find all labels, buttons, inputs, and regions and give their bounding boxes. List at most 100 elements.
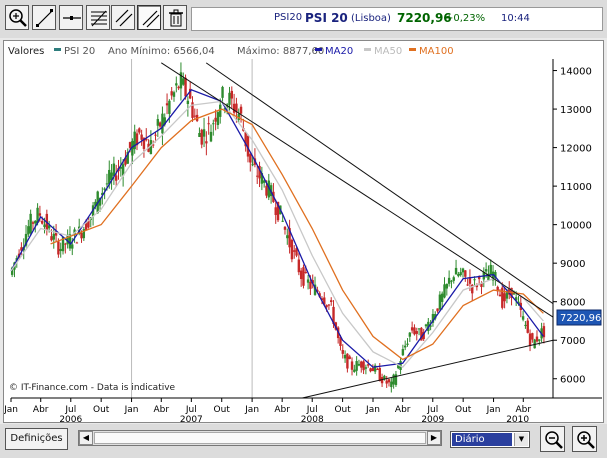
candle-body bbox=[440, 293, 444, 302]
zoom-in-icon bbox=[577, 431, 595, 449]
candle-body bbox=[193, 115, 197, 117]
candle-body bbox=[385, 380, 388, 384]
quote-change: +0,23% bbox=[445, 13, 486, 24]
trend-line-tool-icon bbox=[142, 10, 160, 28]
legend-swatch-psi20 bbox=[54, 48, 61, 51]
price-chart[interactable]: 6000 7000 8000 9000 10000 11000 12000 13000 1400… bbox=[4, 41, 605, 424]
trend-line-tool[interactable] bbox=[137, 5, 161, 30]
candle-body bbox=[415, 331, 418, 334]
candle-body bbox=[343, 354, 347, 359]
legend-swatch-ma50 bbox=[364, 48, 371, 51]
fibonacci-tool-icon bbox=[91, 10, 107, 27]
candle-body bbox=[138, 128, 141, 133]
price-tag-label: 7220,96 bbox=[560, 313, 601, 324]
candle-body bbox=[371, 367, 375, 372]
fibonacci-tool[interactable] bbox=[86, 5, 110, 30]
candle-body bbox=[212, 123, 215, 125]
candle-body bbox=[443, 284, 446, 298]
candle-body bbox=[360, 361, 363, 368]
candle-body bbox=[438, 294, 442, 310]
candle-body bbox=[353, 369, 356, 372]
candle-body bbox=[306, 279, 310, 283]
candle-body bbox=[165, 103, 169, 106]
candle-body bbox=[410, 327, 414, 331]
toolbar: PSI20 PSI 20 (Lisboa) 7220,96 +0,23% 10:… bbox=[0, 0, 607, 38]
candle-body bbox=[357, 363, 361, 366]
month-label: Out bbox=[93, 405, 110, 415]
y-tick-label: 10000 bbox=[560, 221, 592, 232]
scroll-right-arrow-icon[interactable]: ▶ bbox=[427, 431, 441, 445]
candle-body bbox=[38, 213, 42, 216]
scroll-track[interactable] bbox=[94, 432, 426, 444]
month-label: Jul bbox=[64, 405, 76, 415]
chart-legend: Valores PSI 20 Ano Mínimo: 6566,04 Máxim… bbox=[8, 45, 454, 57]
horizontal-line-tool[interactable] bbox=[59, 5, 83, 30]
candles bbox=[10, 62, 546, 393]
candle-body bbox=[413, 327, 416, 335]
candle-body bbox=[390, 381, 393, 388]
candle-body bbox=[466, 284, 469, 286]
y-tick-label: 6000 bbox=[560, 375, 585, 386]
candle-body bbox=[170, 91, 173, 96]
candle-body bbox=[202, 129, 206, 137]
month-label: Abr bbox=[395, 405, 411, 415]
candle-body bbox=[274, 207, 277, 216]
year-label: 2008 bbox=[301, 415, 324, 424]
candle-body bbox=[31, 222, 35, 224]
year-label: 2010 bbox=[506, 415, 529, 424]
candle-body bbox=[445, 283, 449, 289]
candle-body bbox=[27, 226, 30, 235]
candle-body bbox=[417, 328, 421, 330]
y-tick-label: 8000 bbox=[560, 298, 585, 309]
legend-series-ma100: MA100 bbox=[419, 46, 454, 57]
candle-body bbox=[401, 349, 405, 356]
draw-line-tool[interactable] bbox=[32, 5, 56, 30]
candle-body bbox=[459, 272, 462, 276]
delete-tool[interactable] bbox=[163, 5, 187, 30]
candle-body bbox=[207, 123, 210, 125]
candle-body bbox=[387, 379, 391, 383]
month-label: Jan bbox=[4, 405, 18, 415]
candle-body bbox=[350, 361, 354, 370]
month-label: Out bbox=[334, 405, 351, 415]
candle-body bbox=[489, 264, 492, 275]
candle-body bbox=[232, 103, 236, 113]
candle-body bbox=[158, 122, 162, 127]
zoom-in-tool-icon bbox=[9, 9, 27, 27]
candle-body bbox=[302, 267, 305, 286]
trash-icon bbox=[169, 9, 183, 27]
chevron-down-icon[interactable]: ▼ bbox=[514, 433, 528, 446]
chart-panel[interactable]: 6000 7000 8000 9000 10000 11000 12000 13000 1400… bbox=[3, 40, 605, 424]
zoom-out-button[interactable] bbox=[540, 426, 565, 452]
candle-body bbox=[230, 90, 233, 99]
candle-body bbox=[156, 119, 160, 126]
month-label: Jul bbox=[426, 405, 438, 415]
parallel-lines-tool[interactable] bbox=[111, 5, 135, 30]
settings-button[interactable]: Definições bbox=[5, 428, 68, 450]
candle-body bbox=[221, 86, 224, 98]
candle-body bbox=[461, 268, 465, 273]
candle-body bbox=[71, 244, 74, 249]
candle-body bbox=[327, 304, 331, 306]
period-select[interactable]: Diário ▼ bbox=[450, 431, 530, 448]
candle-body bbox=[34, 220, 37, 224]
candle-body bbox=[128, 142, 132, 148]
candle-body bbox=[209, 131, 213, 142]
zoom-in-button[interactable] bbox=[572, 426, 597, 452]
candle-body bbox=[198, 133, 201, 137]
candle-body bbox=[41, 220, 44, 224]
scroll-left-arrow-icon[interactable]: ◀ bbox=[79, 431, 93, 445]
zoom-in-tool[interactable] bbox=[5, 5, 29, 30]
draw-line-tool-icon bbox=[36, 9, 53, 27]
candle-body bbox=[52, 233, 55, 240]
candle-body bbox=[473, 279, 476, 281]
time-scrollbar[interactable]: ◀ ▶ bbox=[78, 430, 442, 446]
candle-body bbox=[538, 339, 541, 341]
candle-body bbox=[286, 235, 289, 239]
y-tick-label: 14000 bbox=[560, 67, 592, 78]
candle-body bbox=[364, 367, 368, 369]
candle-body bbox=[392, 374, 395, 385]
month-label: Jan bbox=[486, 405, 501, 415]
candle-body bbox=[362, 361, 365, 371]
month-label: Jul bbox=[306, 405, 318, 415]
